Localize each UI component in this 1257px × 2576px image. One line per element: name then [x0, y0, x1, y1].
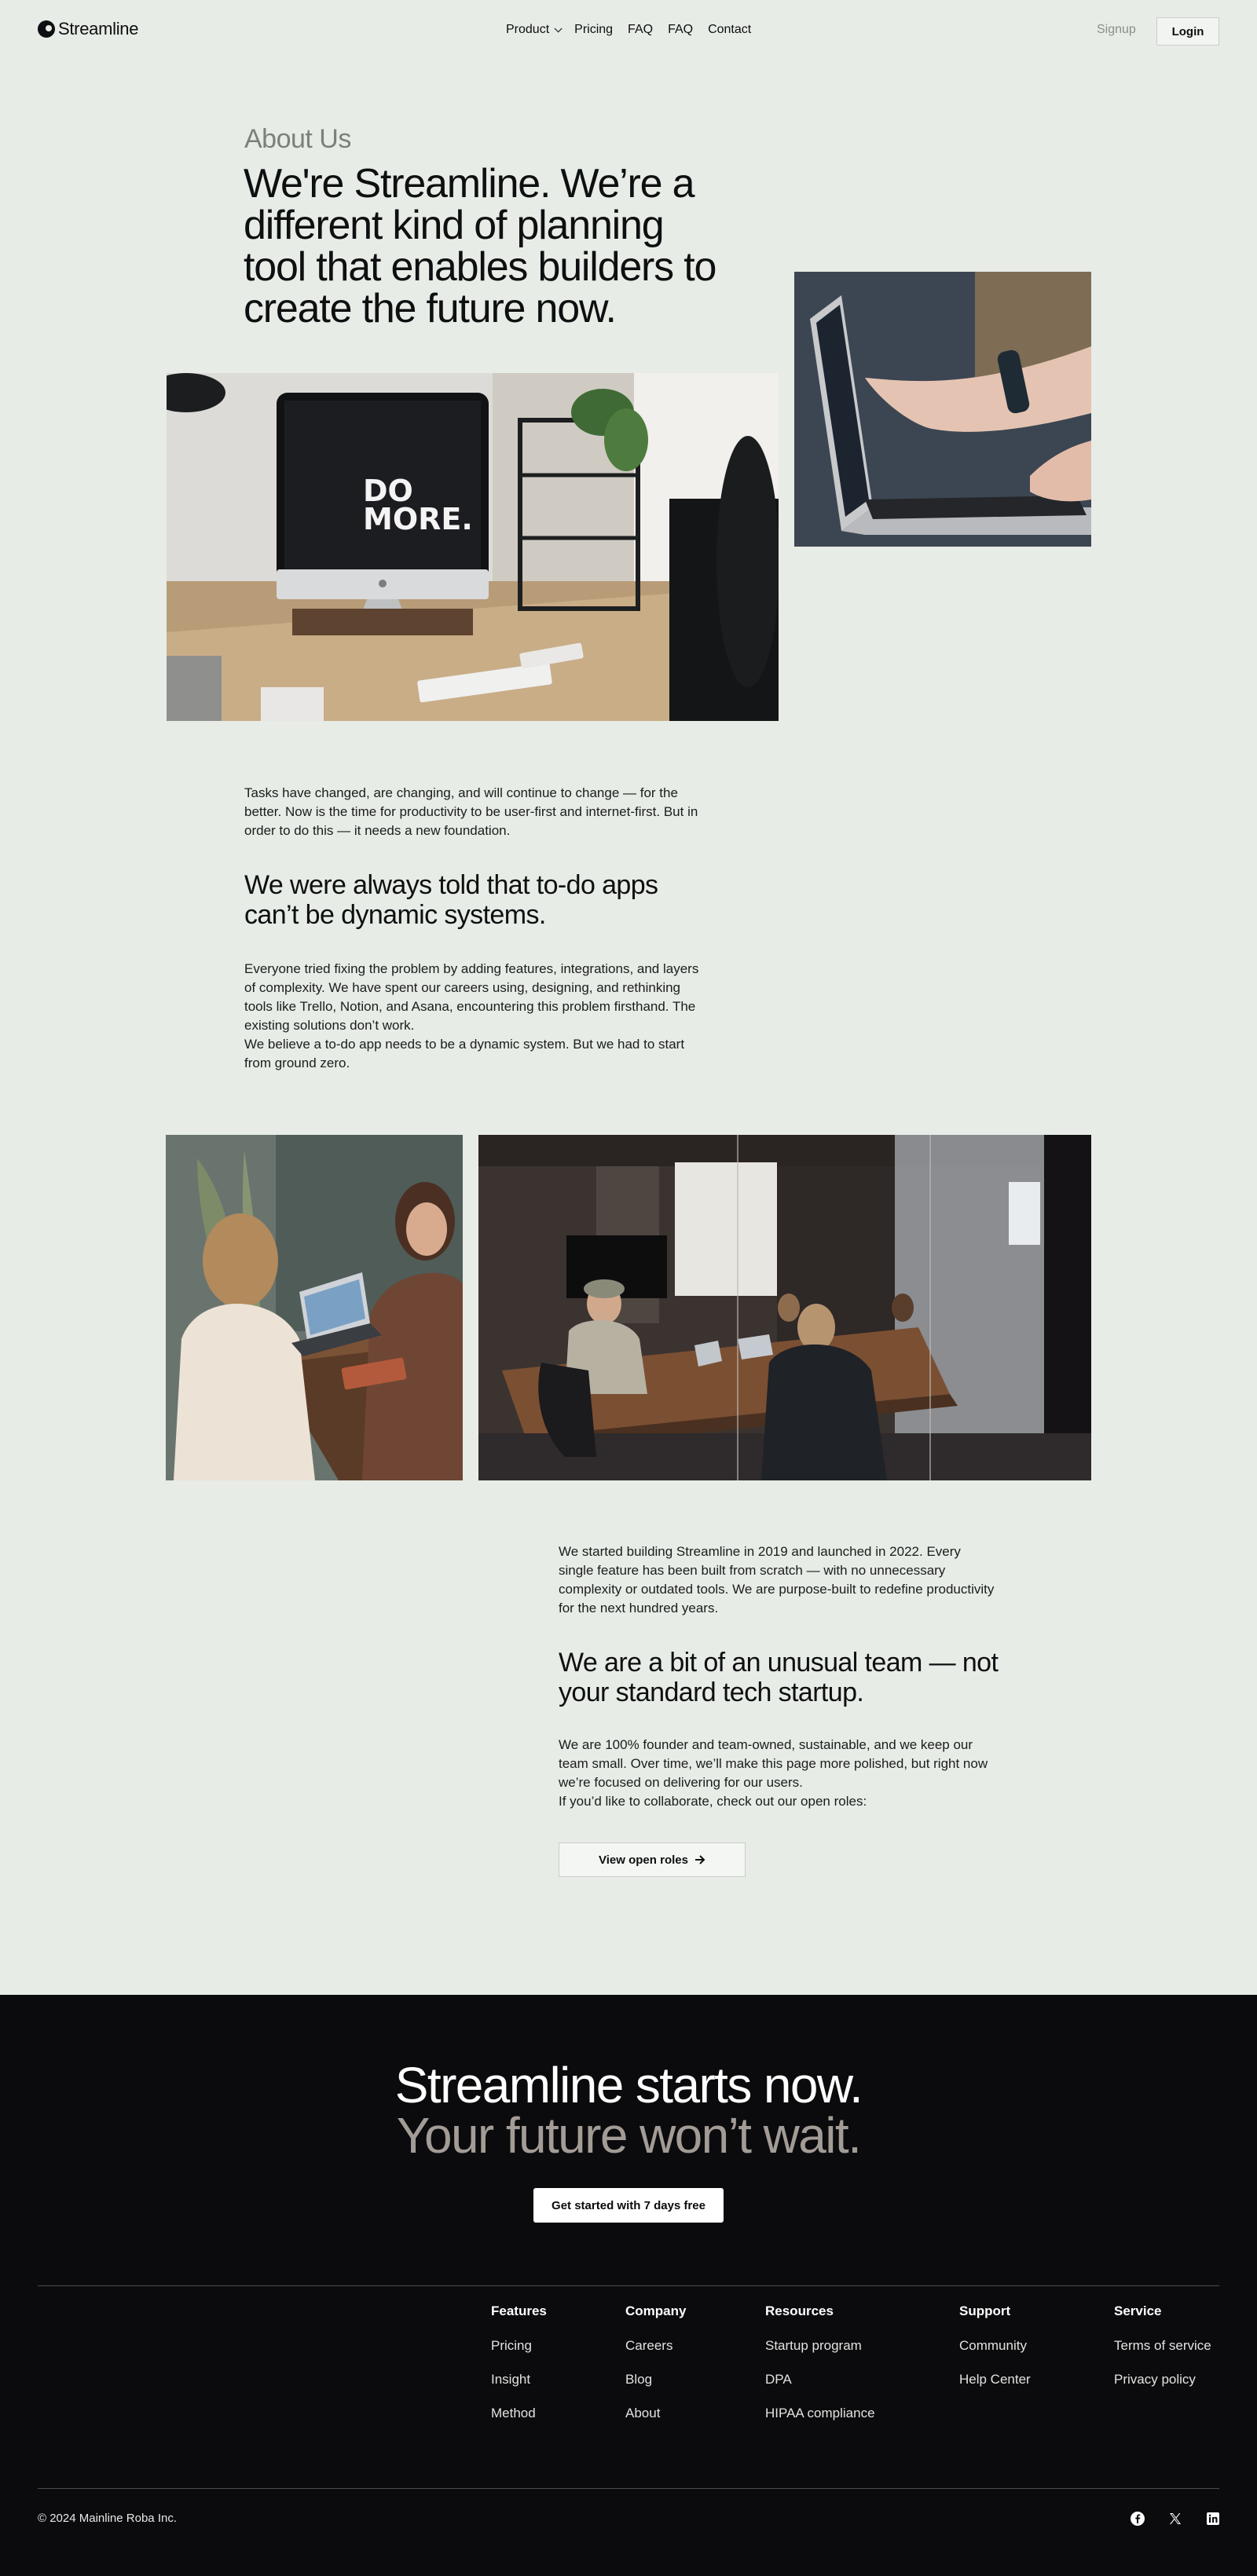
footer-column-company: Company Careers Blog About — [625, 2303, 686, 2439]
section-body-todo: Everyone tried fixing the problem by add… — [244, 960, 708, 1073]
history-paragraph: We started building Streamline in 2019 a… — [559, 1544, 995, 1615]
footer-link[interactable]: Terms of service — [1114, 2338, 1211, 2354]
footer-column-support: Support Community Help Center — [959, 2303, 1031, 2406]
facebook-glyph — [1131, 2512, 1145, 2526]
footer-column-features: Features Pricing Insight Method — [491, 2303, 547, 2439]
brand-name: Streamline — [58, 19, 139, 38]
footer-link[interactable]: Pricing — [491, 2338, 547, 2354]
team-laptop-art — [166, 1135, 463, 1480]
facebook-icon[interactable] — [1129, 2510, 1146, 2527]
footer-link[interactable]: Help Center — [959, 2372, 1031, 2388]
meeting-room-photo — [478, 1135, 1091, 1480]
body-paragraph: We believe a to-do app needs to be a dyn… — [244, 1037, 685, 1070]
logo-icon — [38, 20, 55, 38]
footer-link[interactable]: About — [625, 2406, 686, 2421]
footer-link[interactable]: Insight — [491, 2372, 547, 2388]
footer-column-heading: Company — [625, 2303, 687, 2318]
cta-headline: Streamline starts now. — [394, 2057, 863, 2113]
footer-link[interactable]: Community — [959, 2338, 1031, 2354]
linkedin-glyph — [1207, 2512, 1219, 2525]
footer-link[interactable]: Method — [491, 2406, 547, 2421]
footer-link[interactable]: Privacy policy — [1114, 2372, 1211, 2388]
main-nav: Product Pricing FAQ FAQ Contact — [506, 23, 751, 37]
x-icon[interactable] — [1167, 2510, 1184, 2527]
desk-photo-art: DO MORE. — [167, 373, 779, 721]
footer-link[interactable]: Startup program — [765, 2338, 875, 2354]
section-body-team: We are 100% founder and team-owned, sust… — [559, 1736, 999, 1811]
site-header: Streamline Product Pricing FAQ FAQ Conta… — [0, 0, 1257, 61]
footer-column-heading: Features — [491, 2303, 547, 2318]
nav-contact[interactable]: Contact — [708, 23, 751, 37]
section-heading-todo: We were always told that to-do apps can’… — [244, 870, 658, 930]
body-paragraph: If you’d like to collaborate, check out … — [559, 1794, 867, 1809]
footer-divider — [38, 2285, 1219, 2286]
view-open-roles-button[interactable]: View open roles — [559, 1842, 746, 1877]
page-title: We're Streamline. We’re a different kind… — [244, 161, 716, 331]
view-open-roles-label: View open roles — [599, 1853, 688, 1867]
footer-column-heading: Service — [1114, 2303, 1162, 2318]
chevron-down-icon — [554, 24, 563, 32]
desk-photo: DO MORE. — [167, 373, 779, 721]
meeting-room-art — [478, 1135, 1091, 1480]
cta-subheadline: Your future won’t wait. — [396, 2107, 862, 2164]
footer-column-heading: Resources — [765, 2303, 834, 2318]
footer-column-service: Service Terms of service Privacy policy — [1114, 2303, 1211, 2406]
nav-product-label: Product — [506, 23, 550, 36]
signup-link[interactable]: Signup — [1097, 23, 1136, 37]
footer-column-heading: Support — [959, 2303, 1011, 2318]
linkedin-icon[interactable] — [1204, 2510, 1222, 2527]
nav-faq[interactable]: FAQ — [628, 23, 653, 37]
body-paragraph: Everyone tried fixing the problem by add… — [244, 961, 699, 1033]
copyright-text: © 2024 Mainline Roba Inc. — [38, 2512, 177, 2525]
footer-link[interactable]: Careers — [625, 2338, 686, 2354]
laptop-hand-art — [794, 272, 1091, 547]
section-heading-team: We are a bit of an unusual team — not yo… — [559, 1648, 999, 1707]
laptop-hand-photo — [794, 272, 1091, 547]
get-started-button[interactable]: Get started with 7 days free — [533, 2188, 724, 2223]
footer-column-resources: Resources Startup program DPA HIPAA comp… — [765, 2303, 875, 2439]
nav-product[interactable]: Product — [506, 23, 563, 37]
x-glyph — [1170, 2513, 1181, 2524]
login-button[interactable]: Login — [1156, 17, 1219, 46]
team-laptop-photo — [166, 1135, 463, 1480]
nav-pricing[interactable]: Pricing — [574, 23, 613, 37]
intro-paragraph: Tasks have changed, are changing, and wi… — [244, 785, 698, 838]
footer-link[interactable]: DPA — [765, 2372, 875, 2388]
footer-link[interactable]: Blog — [625, 2372, 686, 2388]
page-eyebrow: About Us — [244, 124, 351, 154]
brand-logo[interactable]: Streamline — [38, 19, 138, 39]
nav-faq-2[interactable]: FAQ — [668, 23, 693, 37]
body-paragraph: We are 100% founder and team-owned, sust… — [559, 1737, 988, 1790]
footer-link[interactable]: HIPAA compliance — [765, 2406, 875, 2421]
footer-bottom-divider — [38, 2488, 1219, 2489]
arrow-right-icon — [694, 1855, 705, 1864]
